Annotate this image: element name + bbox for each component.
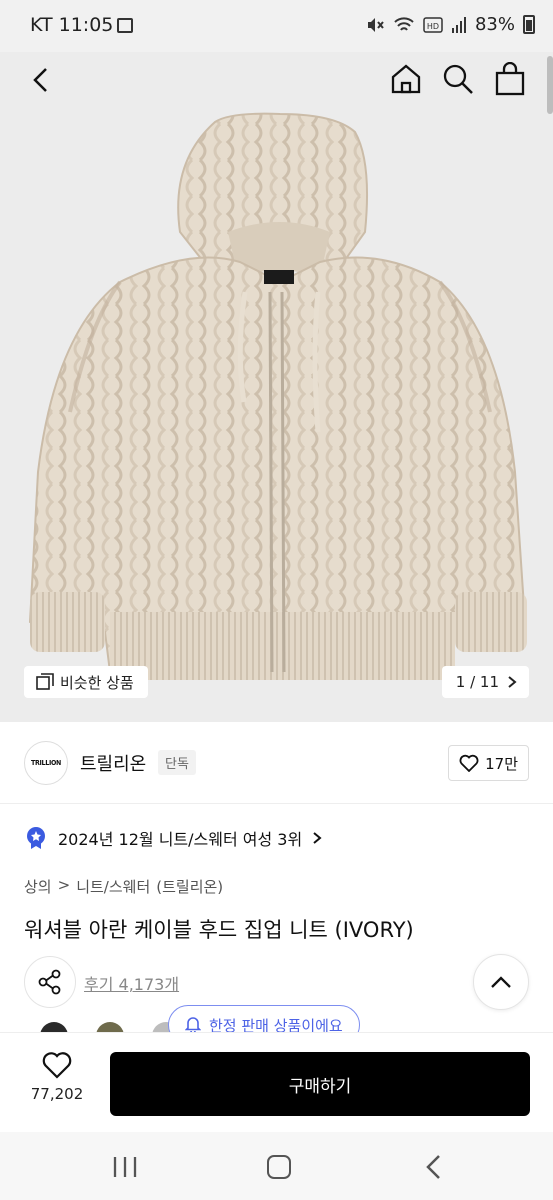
scroll-top-button[interactable] xyxy=(473,954,529,1010)
brand-row: TRILLION 트릴리온 단독 17만 xyxy=(0,722,553,804)
bell-icon xyxy=(185,1017,201,1033)
similar-icon xyxy=(36,673,54,690)
home-button[interactable] xyxy=(389,62,423,96)
breadcrumb-brand[interactable]: (트릴리온) xyxy=(156,876,223,897)
ranking-text: 2024년 12월 니트/스웨터 여성 3위 xyxy=(58,830,303,849)
breadcrumb-separator: > xyxy=(57,876,71,894)
home-nav-icon[interactable] xyxy=(267,1155,291,1179)
battery-percent: 83% xyxy=(474,14,515,35)
wishlist-button[interactable]: 77,202 xyxy=(24,1051,90,1115)
search-button[interactable] xyxy=(441,62,475,96)
chevron-right-icon xyxy=(313,832,322,844)
home-icon xyxy=(391,64,421,94)
pager-text: 1 / 11 xyxy=(455,673,499,691)
share-icon xyxy=(38,969,61,995)
system-nav-bar xyxy=(0,1132,553,1200)
ranking-link[interactable]: 2024년 12월 니트/스웨터 여성 3위 xyxy=(24,826,322,850)
svg-text:HD: HD xyxy=(427,22,439,31)
reviews-link[interactable]: 후기 4,173개 xyxy=(84,971,179,995)
hd-icon: HD xyxy=(423,16,443,33)
mute-icon xyxy=(367,17,384,32)
status-icons: HD 83% xyxy=(365,14,535,35)
product-image[interactable] xyxy=(0,52,553,722)
purchase-bar: 77,202 구매하기 xyxy=(0,1032,553,1132)
brand-logo[interactable]: TRILLION xyxy=(24,741,68,785)
battery-icon xyxy=(523,15,535,34)
status-bar: KT 11:05 HD 83% xyxy=(0,0,553,52)
share-button[interactable] xyxy=(24,956,76,1008)
breadcrumb-knit[interactable]: 니트/스웨터 xyxy=(76,876,150,897)
breadcrumb-top[interactable]: 상의 xyxy=(24,876,52,897)
shopping-bag-icon xyxy=(495,61,525,96)
top-nav xyxy=(0,52,553,108)
heart-icon xyxy=(42,1052,72,1079)
similar-label: 비슷한 상품 xyxy=(60,673,134,692)
sweater-illustration xyxy=(28,112,527,680)
back-nav-icon[interactable] xyxy=(424,1154,444,1180)
chevron-left-icon xyxy=(33,68,47,92)
gallery-notification-icon xyxy=(117,18,133,33)
wishlist-count: 77,202 xyxy=(30,1085,84,1103)
recent-apps-icon[interactable] xyxy=(112,1156,138,1178)
product-title: 워셔블 아란 케이블 후드 집업 니트 (IVORY) xyxy=(24,918,414,942)
wifi-icon xyxy=(394,16,414,31)
search-icon xyxy=(443,64,473,94)
status-time: KT 11:05 xyxy=(30,14,114,36)
gallery-pager[interactable]: 1 / 11 xyxy=(441,666,529,698)
buy-button[interactable]: 구매하기 xyxy=(110,1052,530,1116)
ranking-badge-icon xyxy=(27,827,45,849)
chevron-right-icon xyxy=(508,676,517,688)
brand-like-count: 17만 xyxy=(485,754,518,773)
cart-button[interactable] xyxy=(493,61,527,96)
similar-products-button[interactable]: 비슷한 상품 xyxy=(24,666,148,698)
back-button[interactable] xyxy=(26,64,58,96)
brand-name[interactable]: 트릴리온 xyxy=(80,750,146,776)
brand-like-button[interactable]: 17만 xyxy=(448,745,529,781)
exclusive-badge: 단독 xyxy=(158,750,196,775)
chevron-up-icon xyxy=(491,976,511,988)
heart-icon xyxy=(459,754,479,772)
breadcrumb: 상의 > 니트/스웨터 (트릴리온) xyxy=(24,876,223,897)
signal-icon xyxy=(451,16,466,33)
